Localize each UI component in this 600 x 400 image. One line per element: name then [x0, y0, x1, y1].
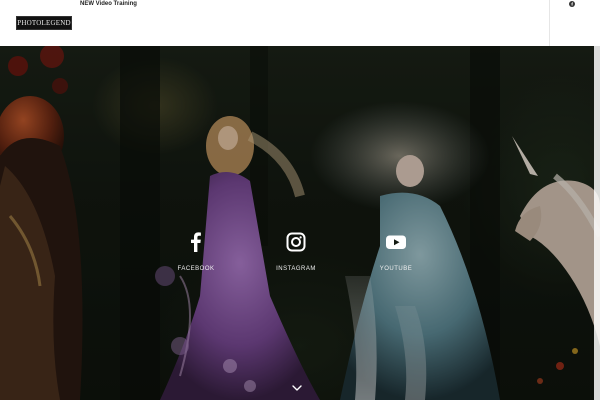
logo-text: PHOTOLEGEND — [17, 18, 71, 27]
social-label-youtube: YOUTUBE — [379, 266, 413, 272]
social-link-youtube[interactable]: YOUTUBE — [366, 232, 426, 273]
hero-banner — [0, 46, 600, 400]
facebook-icon — [191, 232, 201, 252]
facebook-icon[interactable] — [568, 0, 576, 8]
nav-link-video-training[interactable]: NEW Video Training — [80, 0, 137, 8]
youtube-icon — [386, 235, 406, 249]
social-label-facebook: FACEBOOK — [177, 266, 215, 272]
social-link-instagram[interactable]: INSTAGRAM — [266, 232, 326, 273]
chevron-down-icon[interactable] — [291, 384, 303, 392]
right-edge-strip — [594, 46, 600, 400]
social-label-instagram: INSTAGRAM — [276, 266, 316, 272]
page: PHOTOLEGEND NEW Video Training FACEBOOK … — [0, 0, 600, 400]
hero-artwork — [0, 46, 600, 400]
instagram-icon — [286, 232, 306, 252]
site-header: PHOTOLEGEND NEW Video Training — [0, 0, 600, 46]
site-logo[interactable]: PHOTOLEGEND — [16, 16, 72, 30]
social-link-facebook[interactable]: FACEBOOK — [166, 232, 226, 273]
side-rail — [549, 0, 600, 46]
